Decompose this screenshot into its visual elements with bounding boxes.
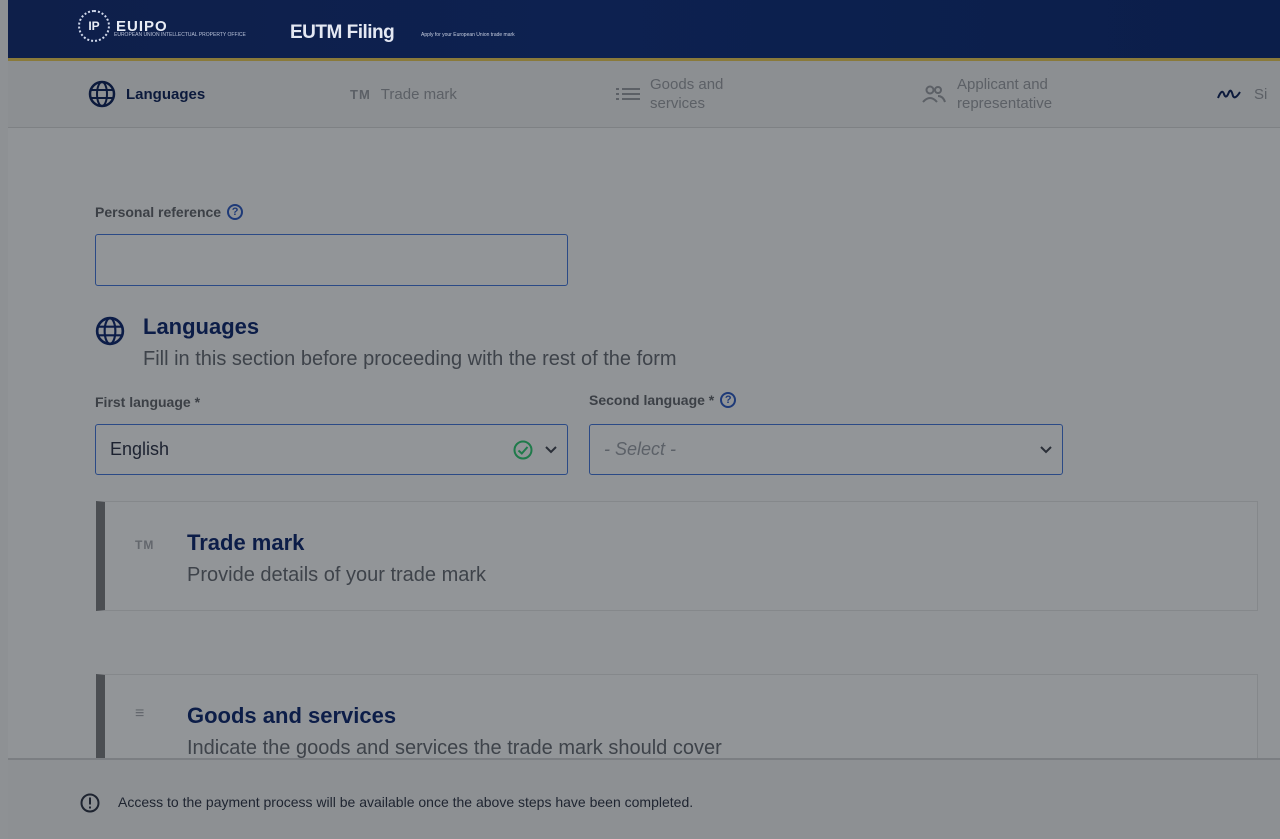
second-language-placeholder: - Select -	[604, 439, 677, 459]
first-language-value: English	[110, 439, 170, 459]
step-applicant-label-line1: Applicant and	[957, 76, 1048, 93]
goods-and-services-card-title: Goods and services	[187, 703, 397, 728]
step-signature[interactable]: Si	[1216, 61, 1267, 127]
goods-and-services-card-description: Indicate the goods and services the trad…	[187, 737, 722, 759]
list-icon	[616, 88, 640, 100]
step-languages-label: Languages	[126, 85, 206, 103]
payment-info-footer: Access to the payment process will be av…	[8, 758, 1280, 839]
app-subtitle: Apply for your European Union trade mark	[421, 32, 515, 38]
help-icon[interactable]: ?	[227, 204, 244, 220]
form-area: Personal reference ? Languages Fill in t…	[8, 128, 1280, 784]
tm-icon: TM	[350, 86, 371, 102]
second-language-label: Second language * ?	[589, 392, 737, 408]
first-language-label: First language *	[95, 394, 200, 410]
chevron-down-icon[interactable]	[1040, 445, 1052, 455]
top-header: IP EUIPO EUROPEAN UNION INTELLECTUAL PRO…	[8, 0, 1280, 61]
second-language-label-text: Second language *	[589, 392, 715, 408]
step-languages[interactable]: Languages	[88, 61, 205, 127]
step-goods-and-services[interactable]: Goods and services	[616, 61, 723, 127]
step-goods-label-line2: services	[650, 95, 706, 112]
signature-icon	[1217, 89, 1241, 99]
step-goods-label: Goods and services	[650, 75, 723, 113]
personal-reference-input[interactable]	[95, 234, 568, 286]
step-trade-mark-label: Trade mark	[380, 85, 457, 103]
trade-mark-card-description: Provide details of your trade mark	[187, 564, 487, 586]
people-icon	[922, 85, 946, 103]
help-icon[interactable]: ?	[720, 392, 737, 408]
tm-icon: TM	[135, 538, 155, 552]
trade-mark-card[interactable]: TM Trade mark Provide details of your tr…	[96, 501, 1258, 611]
step-applicant-and-representative[interactable]: Applicant and representative	[921, 61, 1052, 127]
euipo-emblem-icon: IP	[78, 10, 110, 42]
step-goods-label-line1: Goods and	[650, 76, 724, 93]
chevron-down-icon[interactable]	[545, 445, 557, 455]
languages-section-title: Languages	[143, 314, 260, 339]
app-title: EUTM Filing	[290, 22, 395, 43]
second-language-select[interactable]: - Select -	[589, 424, 1063, 475]
steps-nav: Languages TM Trade mark Goods and servic…	[8, 61, 1280, 128]
languages-section-description: Fill in this section before proceeding w…	[143, 348, 677, 370]
list-icon: ≡	[135, 705, 146, 722]
personal-reference-label: Personal reference ?	[95, 204, 244, 220]
globe-icon	[88, 80, 116, 108]
euipo-logo[interactable]: IP EUIPO EUROPEAN UNION INTELLECTUAL PRO…	[78, 10, 246, 42]
logo-subtext: EUROPEAN UNION INTELLECTUAL PROPERTY OFF…	[114, 32, 246, 38]
payment-info-message: Access to the payment process will be av…	[118, 794, 694, 810]
info-icon	[80, 793, 100, 813]
step-applicant-label: Applicant and representative	[957, 75, 1052, 113]
first-language-label-text: First language *	[95, 394, 201, 410]
globe-icon	[95, 316, 125, 346]
step-applicant-label-line2: representative	[957, 95, 1053, 112]
step-signature-label: Si	[1254, 85, 1268, 103]
app-window: IP EUIPO EUROPEAN UNION INTELLECTUAL PRO…	[8, 0, 1280, 839]
trade-mark-card-title: Trade mark	[187, 530, 305, 555]
check-circle-icon	[513, 440, 533, 460]
step-trade-mark[interactable]: TM Trade mark	[350, 61, 457, 127]
personal-reference-label-text: Personal reference	[95, 204, 222, 220]
first-language-select[interactable]: English	[95, 424, 568, 475]
